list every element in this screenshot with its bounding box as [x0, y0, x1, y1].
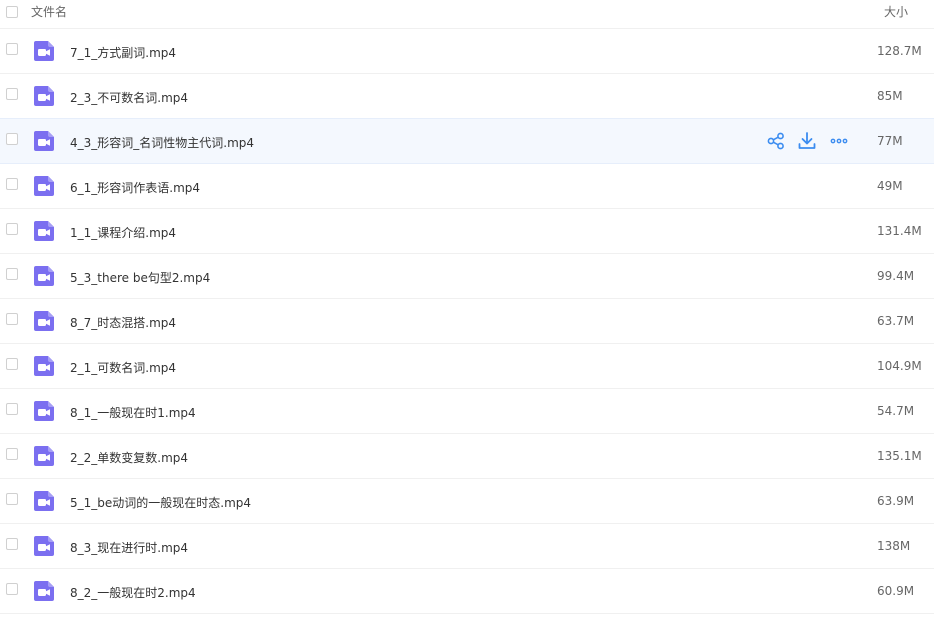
row-checkbox[interactable] [6, 223, 18, 235]
video-file-icon [33, 85, 55, 107]
file-name[interactable]: 5_1_be动词的一般现在时态.mp4 [70, 494, 251, 511]
row-checkbox[interactable] [6, 403, 18, 415]
file-size: 77M [877, 134, 903, 148]
video-file-icon [33, 445, 55, 467]
file-name[interactable]: 2_3_不可数名词.mp4 [70, 89, 188, 106]
video-file-icon [33, 310, 55, 332]
video-file-icon [33, 490, 55, 512]
table-row[interactable]: 8_1_一般现在时1.mp4 54.7M [0, 389, 934, 434]
video-file-icon [33, 400, 55, 422]
file-list: 文件名 大小 7_1_方式副词.mp4 128.7M 2_3_不可数名词.mp4 85… [0, 0, 934, 640]
row-checkbox[interactable] [6, 88, 18, 100]
file-name[interactable]: 2_1_可数名词.mp4 [70, 359, 176, 376]
row-checkbox[interactable] [6, 493, 18, 505]
file-size: 131.4M [877, 224, 922, 238]
row-checkbox[interactable] [6, 583, 18, 595]
file-name[interactable]: 1_1_课程介绍.mp4 [70, 224, 176, 241]
table-row[interactable]: 6_1_形容词作表语.mp4 49M [0, 164, 934, 209]
file-name[interactable]: 8_7_时态混搭.mp4 [70, 314, 176, 331]
video-file-icon [33, 40, 55, 62]
row-checkbox[interactable] [6, 133, 18, 145]
file-name[interactable]: 8_3_现在进行时.mp4 [70, 539, 188, 556]
file-size: 104.9M [877, 359, 922, 373]
file-rows: 7_1_方式副词.mp4 128.7M 2_3_不可数名词.mp4 85M 4_3_形容… [0, 29, 934, 614]
file-size: 49M [877, 179, 903, 193]
video-file-icon [33, 220, 55, 242]
table-row[interactable]: 5_1_be动词的一般现在时态.mp4 63.9M [0, 479, 934, 524]
column-header-size[interactable]: 大小 [884, 3, 908, 20]
file-size: 85M [877, 89, 903, 103]
row-checkbox[interactable] [6, 538, 18, 550]
table-row[interactable]: 7_1_方式副词.mp4 128.7M [0, 29, 934, 74]
table-row[interactable]: 2_3_不可数名词.mp4 85M [0, 74, 934, 119]
row-checkbox[interactable] [6, 358, 18, 370]
file-size: 138M [877, 539, 911, 553]
table-row[interactable]: 2_1_可数名词.mp4 104.9M [0, 344, 934, 389]
table-row[interactable]: 4_3_形容词_名词性物主代词.mp4 77M [0, 118, 934, 164]
table-row[interactable]: 8_2_一般现在时2.mp4 60.9M [0, 569, 934, 614]
file-size: 99.4M [877, 269, 915, 283]
file-name[interactable]: 2_2_单数变复数.mp4 [70, 449, 188, 466]
list-header: 文件名 大小 [0, 0, 934, 29]
video-file-icon [33, 535, 55, 557]
file-size: 60.9M [877, 584, 915, 598]
video-file-icon [33, 175, 55, 197]
row-checkbox[interactable] [6, 178, 18, 190]
file-name[interactable]: 7_1_方式副词.mp4 [70, 44, 176, 61]
row-checkbox[interactable] [6, 448, 18, 460]
row-checkbox[interactable] [6, 268, 18, 280]
file-size: 63.7M [877, 314, 915, 328]
table-row[interactable]: 5_3_there be句型2.mp4 99.4M [0, 254, 934, 299]
table-row[interactable]: 2_2_单数变复数.mp4 135.1M [0, 434, 934, 479]
download-icon[interactable] [796, 130, 818, 152]
share-icon[interactable] [765, 130, 787, 152]
video-file-icon [33, 355, 55, 377]
table-row[interactable]: 8_7_时态混搭.mp4 63.7M [0, 299, 934, 344]
row-checkbox[interactable] [6, 313, 18, 325]
file-size: 128.7M [877, 44, 922, 58]
video-file-icon [33, 130, 55, 152]
row-checkbox[interactable] [6, 43, 18, 55]
file-size: 63.9M [877, 494, 915, 508]
file-size: 54.7M [877, 404, 915, 418]
video-file-icon [33, 580, 55, 602]
table-row[interactable]: 8_3_现在进行时.mp4 138M [0, 524, 934, 569]
more-icon[interactable] [828, 130, 850, 152]
file-name[interactable]: 8_1_一般现在时1.mp4 [70, 404, 196, 421]
file-name[interactable]: 4_3_形容词_名词性物主代词.mp4 [70, 134, 254, 151]
select-all-checkbox[interactable] [6, 6, 18, 18]
column-header-name[interactable]: 文件名 [31, 3, 67, 20]
file-name[interactable]: 8_2_一般现在时2.mp4 [70, 584, 196, 601]
file-size: 135.1M [877, 449, 922, 463]
file-name[interactable]: 5_3_there be句型2.mp4 [70, 269, 210, 286]
table-row[interactable]: 1_1_课程介绍.mp4 131.4M [0, 209, 934, 254]
video-file-icon [33, 265, 55, 287]
file-name[interactable]: 6_1_形容词作表语.mp4 [70, 179, 200, 196]
